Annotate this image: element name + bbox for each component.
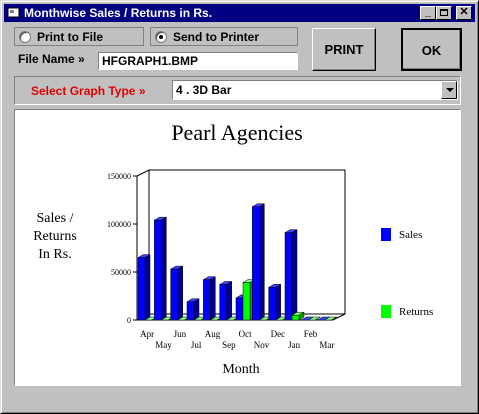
print-to-file-label: Print to File bbox=[37, 30, 103, 44]
sales-bar-side bbox=[226, 281, 232, 321]
sales-bar-side bbox=[259, 203, 265, 321]
legend-swatch-sales bbox=[381, 228, 391, 241]
x-tick-label: Jan bbox=[288, 340, 300, 350]
y-tick-label: 50000 bbox=[111, 268, 131, 277]
graph-type-value: 4 . 3D Bar bbox=[176, 83, 232, 97]
sales-bar bbox=[219, 284, 227, 321]
x-tick-label: Nov bbox=[254, 340, 270, 350]
y-axis-label: Sales / bbox=[37, 211, 74, 226]
sales-bar-side bbox=[161, 216, 167, 321]
send-to-printer-label: Send to Printer bbox=[173, 30, 260, 44]
sales-bar-side bbox=[144, 254, 151, 321]
x-tick-label: Sep bbox=[222, 340, 236, 350]
sales-bar-side bbox=[210, 276, 216, 321]
x-tick-label: Aug bbox=[205, 329, 221, 339]
file-name-input[interactable] bbox=[98, 52, 298, 70]
returns-bar bbox=[242, 282, 251, 321]
legend-swatch-returns bbox=[381, 305, 391, 318]
sales-bar bbox=[186, 301, 195, 321]
graph-type-select[interactable]: 4 . 3D Bar bbox=[172, 80, 458, 100]
y-tick-label: 100000 bbox=[107, 220, 131, 229]
returns-bar bbox=[291, 314, 300, 321]
sales-bar bbox=[203, 279, 211, 321]
close-icon: ✕ bbox=[459, 6, 469, 18]
chart-title: Pearl Agencies bbox=[171, 120, 302, 145]
app-icon bbox=[7, 7, 20, 18]
minimize-button[interactable]: _ bbox=[420, 6, 436, 20]
y-tick-label: 0 bbox=[127, 316, 131, 325]
sales-bar bbox=[268, 287, 276, 321]
window-title: Monthwise Sales / Returns in Rs. bbox=[24, 6, 213, 20]
sales-bar bbox=[170, 268, 178, 321]
minimize-icon: _ bbox=[424, 6, 432, 18]
y-axis-label: Returns bbox=[33, 229, 77, 244]
sales-bar-side bbox=[193, 298, 200, 321]
y-axis-label: In Rs. bbox=[38, 247, 71, 262]
x-tick-label: Jul bbox=[191, 340, 202, 350]
sales-bar bbox=[137, 257, 146, 321]
graph-type-label: Select Graph Type » bbox=[31, 84, 146, 98]
maximize-icon bbox=[440, 9, 448, 16]
sales-bar bbox=[235, 297, 244, 321]
sales-bar bbox=[284, 232, 293, 321]
x-tick-label: Apr bbox=[140, 329, 154, 339]
print-to-file-option[interactable]: Print to File bbox=[14, 27, 144, 46]
sales-bar-side bbox=[275, 283, 281, 321]
dropdown-arrow-icon[interactable] bbox=[441, 81, 457, 99]
x-tick-label: May bbox=[155, 340, 172, 350]
send-to-printer-radio[interactable] bbox=[155, 31, 167, 43]
x-tick-label: Jun bbox=[174, 329, 187, 339]
y-tick-label: 150000 bbox=[107, 172, 131, 181]
sales-bar bbox=[154, 219, 162, 321]
x-tick-label: Dec bbox=[271, 329, 286, 339]
x-tick-label: Feb bbox=[304, 329, 318, 339]
title-bar: Monthwise Sales / Returns in Rs. _ ✕ bbox=[4, 4, 475, 22]
x-tick-label: Mar bbox=[319, 340, 334, 350]
sales-bar bbox=[252, 206, 260, 321]
close-button[interactable]: ✕ bbox=[456, 6, 472, 20]
x-axis-label: Month bbox=[222, 362, 259, 377]
file-name-label: File Name » bbox=[18, 52, 85, 66]
ok-button[interactable]: OK bbox=[401, 28, 462, 71]
legend-label-sales: Sales bbox=[399, 229, 422, 241]
sales-bar-side bbox=[291, 229, 298, 321]
legend-label-returns: Returns bbox=[399, 306, 433, 318]
sales-bar-side bbox=[177, 265, 183, 321]
print-to-file-radio[interactable] bbox=[19, 31, 31, 43]
chart-svg: Pearl Agencies 0 50000 100000 150000 Sales / R… bbox=[33, 120, 433, 377]
x-tick-label: Oct bbox=[239, 329, 252, 339]
send-to-printer-option[interactable]: Send to Printer bbox=[150, 27, 298, 46]
chart-panel: Pearl Agencies 0 50000 100000 150000 Sales / R… bbox=[14, 109, 461, 386]
main-window: Monthwise Sales / Returns in Rs. _ ✕ Pri… bbox=[0, 0, 479, 414]
maximize-button[interactable] bbox=[436, 6, 452, 20]
print-button[interactable]: PRINT bbox=[312, 28, 376, 71]
